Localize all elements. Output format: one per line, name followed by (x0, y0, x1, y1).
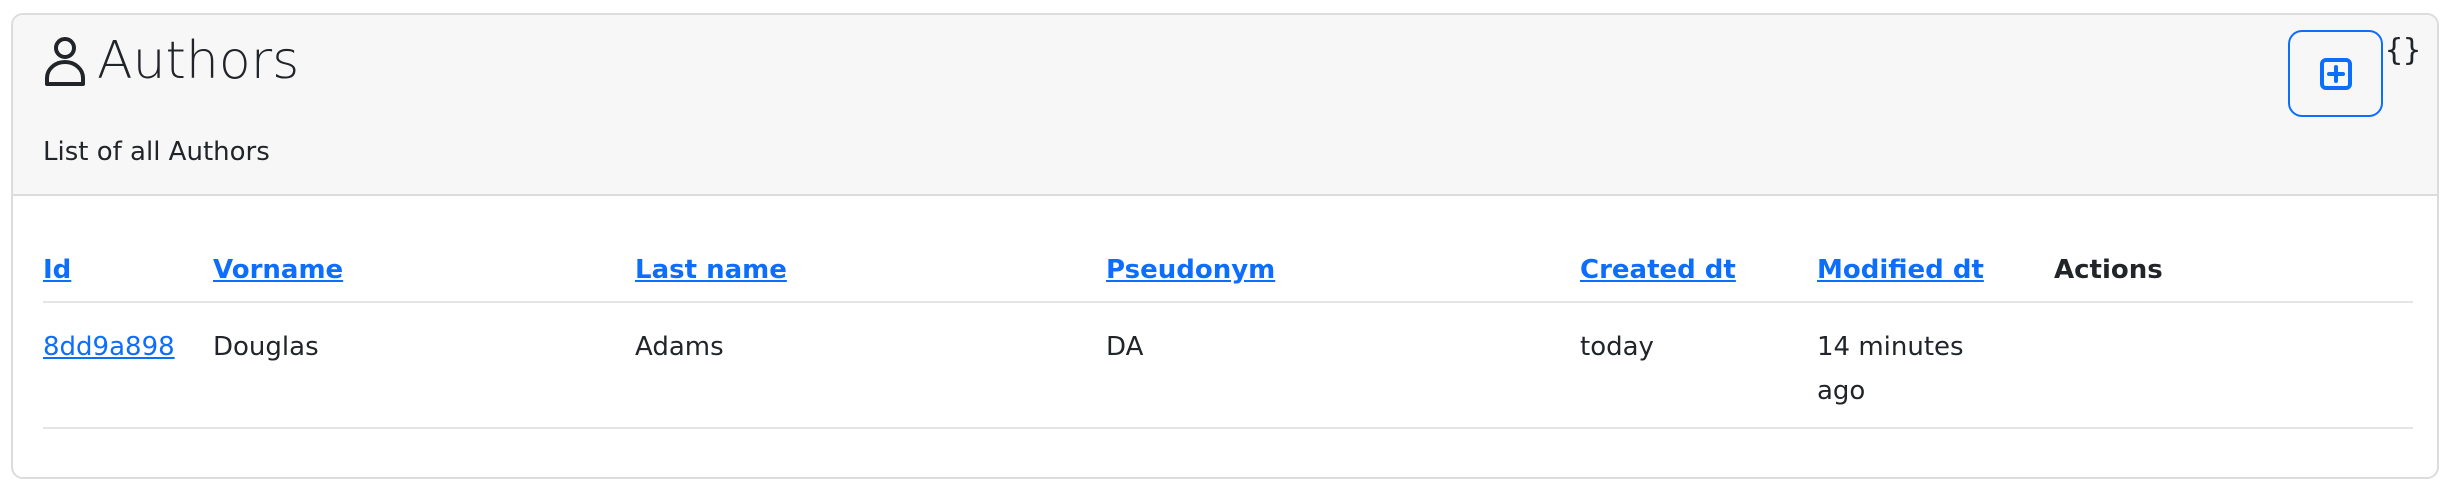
table-header-row: Id Vorname Last name Pseudonym Created d… (43, 237, 2413, 303)
person-icon (45, 37, 85, 86)
cell-created: today (1580, 302, 1817, 429)
page-subtitle: List of all Authors (43, 137, 270, 167)
sort-last-name[interactable]: Last name (635, 255, 787, 285)
cell-actions (2054, 302, 2413, 429)
cell-modified: 14 minutes ago (1817, 302, 2054, 429)
sort-pseudonym[interactable]: Pseudonym (1106, 255, 1275, 285)
sort-created-dt[interactable]: Created dt (1580, 255, 1736, 285)
plus-square-icon (2319, 57, 2352, 90)
sort-vorname[interactable]: Vorname (213, 255, 343, 285)
page-title: Authors (43, 31, 299, 91)
card-header: Authors List of all Authors {} (13, 15, 2437, 196)
actions-header: Actions (2054, 237, 2413, 303)
author-id-link[interactable]: 8dd9a898 (43, 332, 175, 362)
sort-id[interactable]: Id (43, 255, 71, 285)
cell-pseudonym: DA (1106, 302, 1580, 429)
title-text: Authors (97, 31, 300, 91)
json-view-link[interactable]: {} (2385, 33, 2421, 68)
cell-last-name: Adams (635, 302, 1106, 429)
table-row: 8dd9a898 Douglas Adams DA today 14 minut… (43, 302, 2413, 429)
authors-card: Authors List of all Authors {} Id Vornam… (11, 13, 2439, 479)
add-author-button[interactable] (2288, 30, 2383, 117)
cell-vorname: Douglas (213, 302, 635, 429)
sort-modified-dt[interactable]: Modified dt (1817, 255, 1984, 285)
authors-table: Id Vorname Last name Pseudonym Created d… (43, 237, 2413, 429)
